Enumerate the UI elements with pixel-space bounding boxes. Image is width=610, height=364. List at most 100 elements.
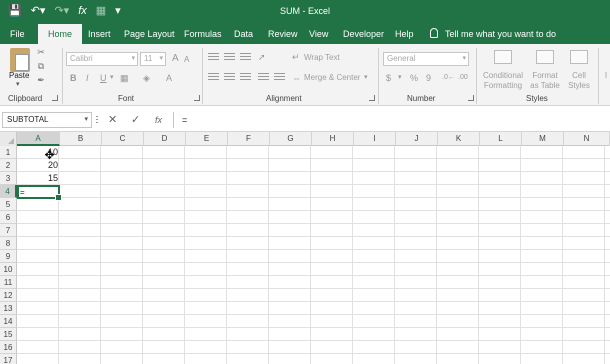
cell-area[interactable] [17, 146, 610, 364]
column-header-n[interactable]: N [564, 132, 610, 146]
tab-view[interactable]: View [307, 24, 330, 44]
grow-font-button[interactable]: A [172, 53, 179, 65]
format-painter-icon[interactable]: ✒ [34, 75, 48, 86]
column-header-i[interactable]: I [354, 132, 396, 146]
increase-indent-icon[interactable] [274, 73, 285, 82]
tell-me-search[interactable]: Tell me what you want to do [430, 24, 556, 44]
row-header-1[interactable]: 1 [0, 146, 17, 159]
row-header-2[interactable]: 2 [0, 159, 17, 172]
cut-icon[interactable]: ✂ [34, 47, 48, 58]
column-header-j[interactable]: J [396, 132, 438, 146]
row-header-3[interactable]: 3 [0, 172, 17, 185]
column-header-a[interactable]: A [17, 132, 60, 146]
insert-function-button[interactable]: fx [155, 112, 162, 128]
column-header-d[interactable]: D [144, 132, 186, 146]
tab-home[interactable]: Home [38, 24, 83, 44]
currency-dropdown-icon[interactable]: ▾ [398, 72, 402, 84]
row-header-17[interactable]: 17 [0, 354, 17, 364]
decrease-decimal-icon[interactable]: .00 [458, 72, 468, 84]
bold-button[interactable]: B [70, 72, 77, 84]
formula-bar-grip[interactable] [96, 116, 98, 125]
tab-insert[interactable]: Insert [86, 24, 113, 44]
column-header-f[interactable]: F [228, 132, 270, 146]
borders-icon[interactable]: ▦ [120, 72, 129, 84]
italic-button[interactable]: I [86, 72, 89, 84]
increase-decimal-icon[interactable]: .0← [442, 72, 455, 84]
name-box[interactable]: SUBTOTAL ▾ [2, 112, 92, 128]
shrink-font-button[interactable]: A [184, 54, 189, 66]
column-header-b[interactable]: B [60, 132, 102, 146]
column-header-e[interactable]: E [186, 132, 228, 146]
clipboard-launcher-icon[interactable] [52, 95, 58, 101]
row-header-14[interactable]: 14 [0, 315, 17, 328]
cell-a3[interactable]: 15 [17, 172, 60, 185]
align-right-icon[interactable] [240, 73, 251, 82]
number-format-select[interactable]: General ▾ [383, 52, 469, 66]
underline-dropdown-icon[interactable]: ▾ [110, 72, 114, 84]
align-left-icon[interactable] [208, 73, 219, 82]
column-header-l[interactable]: L [480, 132, 522, 146]
paste-button[interactable]: Paste [9, 71, 29, 80]
fill-color-icon[interactable]: ◈ [143, 72, 150, 84]
number-launcher-icon[interactable] [468, 95, 474, 101]
tab-review[interactable]: Review [266, 24, 300, 44]
cancel-icon[interactable]: ✕ [108, 112, 117, 128]
font-launcher-icon[interactable] [194, 95, 200, 101]
row-header-4[interactable]: 4 [0, 185, 17, 198]
merge-dropdown-icon[interactable]: ▾ [364, 72, 368, 84]
row-header-9[interactable]: 9 [0, 250, 17, 263]
row-header-8[interactable]: 8 [0, 237, 17, 250]
paste-dropdown-icon[interactable]: ▾ [16, 80, 20, 88]
row-header-11[interactable]: 11 [0, 276, 17, 289]
row-header-6[interactable]: 6 [0, 211, 17, 224]
column-header-k[interactable]: K [438, 132, 480, 146]
currency-button[interactable]: $ [386, 72, 391, 84]
font-name-select[interactable]: Calibri ▾ [66, 52, 138, 66]
row-header-15[interactable]: 15 [0, 328, 17, 341]
wrap-text-button[interactable]: Wrap Text [304, 52, 340, 64]
formula-input[interactable]: = [173, 112, 610, 128]
merge-center-icon[interactable]: ⇔ [292, 72, 301, 84]
row-header-13[interactable]: 13 [0, 302, 17, 315]
percent-button[interactable]: % [410, 72, 418, 84]
tab-help[interactable]: Help [393, 24, 416, 44]
select-all-button[interactable] [0, 132, 17, 146]
comma-button[interactable]: 9 [426, 72, 431, 84]
column-header-g[interactable]: G [270, 132, 312, 146]
middle-align-icon[interactable] [224, 53, 235, 62]
alignment-launcher-icon[interactable] [369, 95, 375, 101]
tab-formulas[interactable]: Formulas [182, 24, 224, 44]
format-as-table-button[interactable]: Format as Table [528, 71, 562, 91]
wrap-text-icon[interactable]: ↵ [292, 51, 300, 63]
conditional-formatting-button[interactable]: Conditional Formatting [478, 71, 528, 91]
font-size-select[interactable]: 11 ▾ [140, 52, 166, 66]
row-header-12[interactable]: 12 [0, 289, 17, 302]
bottom-align-icon[interactable] [240, 53, 251, 62]
column-header-h[interactable]: H [312, 132, 354, 146]
orientation-icon[interactable]: ➚ [258, 51, 266, 63]
active-cell-a4[interactable]: = [17, 185, 62, 201]
font-color-icon[interactable]: A [166, 72, 172, 84]
tab-file[interactable]: File [8, 24, 27, 44]
column-header-m[interactable]: M [522, 132, 564, 146]
format-as-table-icon[interactable] [536, 50, 554, 64]
cell-styles-icon[interactable] [570, 50, 588, 64]
conditional-formatting-icon[interactable] [494, 50, 512, 64]
copy-icon[interactable]: ⧉ [34, 61, 48, 72]
tab-developer[interactable]: Developer [341, 24, 386, 44]
cell-a4[interactable]: = [20, 186, 58, 199]
row-header-5[interactable]: 5 [0, 198, 17, 211]
decrease-indent-icon[interactable] [258, 73, 269, 82]
row-header-10[interactable]: 10 [0, 263, 17, 276]
enter-icon[interactable]: ✓ [131, 112, 140, 128]
top-align-icon[interactable] [208, 53, 219, 62]
row-header-7[interactable]: 7 [0, 224, 17, 237]
tab-data[interactable]: Data [232, 24, 255, 44]
merge-center-button[interactable]: Merge & Center [304, 72, 360, 84]
underline-button[interactable]: U [100, 72, 107, 84]
paste-icon[interactable] [10, 48, 30, 72]
tab-page-layout[interactable]: Page Layout [122, 24, 177, 44]
column-header-c[interactable]: C [102, 132, 144, 146]
cell-styles-button[interactable]: Cell Styles [564, 71, 594, 91]
align-center-icon[interactable] [224, 73, 235, 82]
